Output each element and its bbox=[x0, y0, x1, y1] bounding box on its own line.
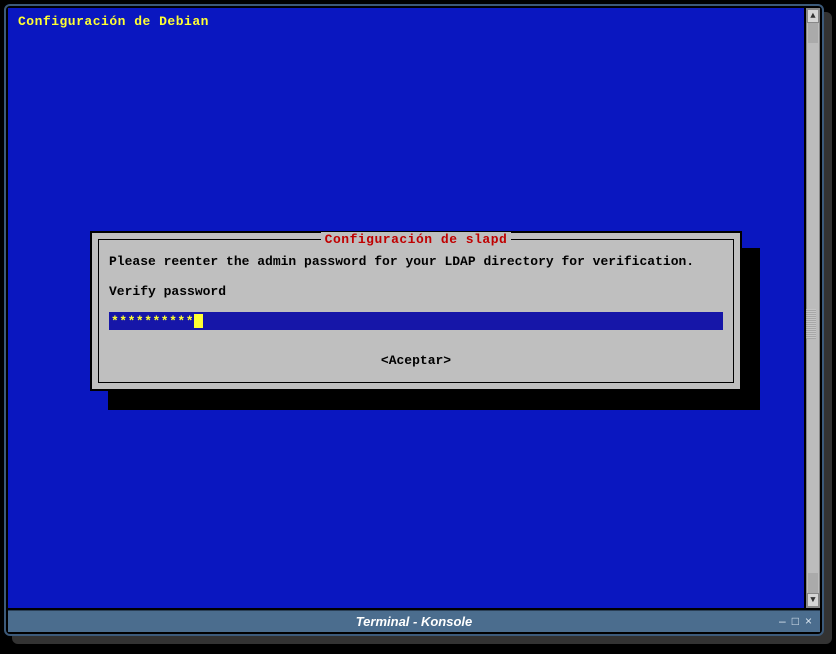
window-title: Terminal - Konsole bbox=[356, 614, 473, 629]
scroll-thumb-bottom[interactable] bbox=[808, 573, 818, 593]
password-label: Verify password bbox=[109, 284, 226, 299]
password-input[interactable]: ********** bbox=[109, 312, 723, 330]
maximize-icon[interactable]: □ bbox=[792, 614, 799, 628]
scroll-thumb[interactable] bbox=[808, 23, 818, 43]
scroll-up-icon[interactable]: ▲ bbox=[807, 9, 819, 23]
minimize-icon[interactable]: – bbox=[779, 614, 786, 628]
screen-title: Configuración de Debian bbox=[18, 14, 209, 29]
slapd-config-dialog: Configuración de slapd Please reenter th… bbox=[90, 231, 742, 391]
terminal-viewport: Configuración de Debian Configuración de… bbox=[8, 8, 804, 608]
dialog-border: Configuración de slapd Please reenter th… bbox=[98, 239, 734, 383]
window-controls: – □ × bbox=[779, 614, 812, 628]
dialog-title-wrap: Configuración de slapd bbox=[99, 232, 733, 247]
vertical-scrollbar[interactable]: ▲ ▼ bbox=[806, 8, 820, 608]
scroll-grip-icon bbox=[806, 309, 816, 339]
dialog-title-text: Configuración de slapd bbox=[325, 232, 508, 247]
instruction-text: Please reenter the admin password for yo… bbox=[109, 254, 694, 269]
dialog-title: Configuración de slapd bbox=[321, 232, 512, 247]
window-title-bar: Terminal - Konsole – □ × bbox=[8, 610, 820, 632]
password-masked-value: ********** bbox=[111, 314, 194, 329]
accept-button[interactable]: <Aceptar> bbox=[99, 353, 733, 368]
close-icon[interactable]: × bbox=[805, 614, 812, 628]
text-cursor bbox=[194, 314, 203, 328]
scroll-down-icon[interactable]: ▼ bbox=[807, 593, 819, 607]
window-frame: Configuración de Debian Configuración de… bbox=[4, 4, 824, 636]
